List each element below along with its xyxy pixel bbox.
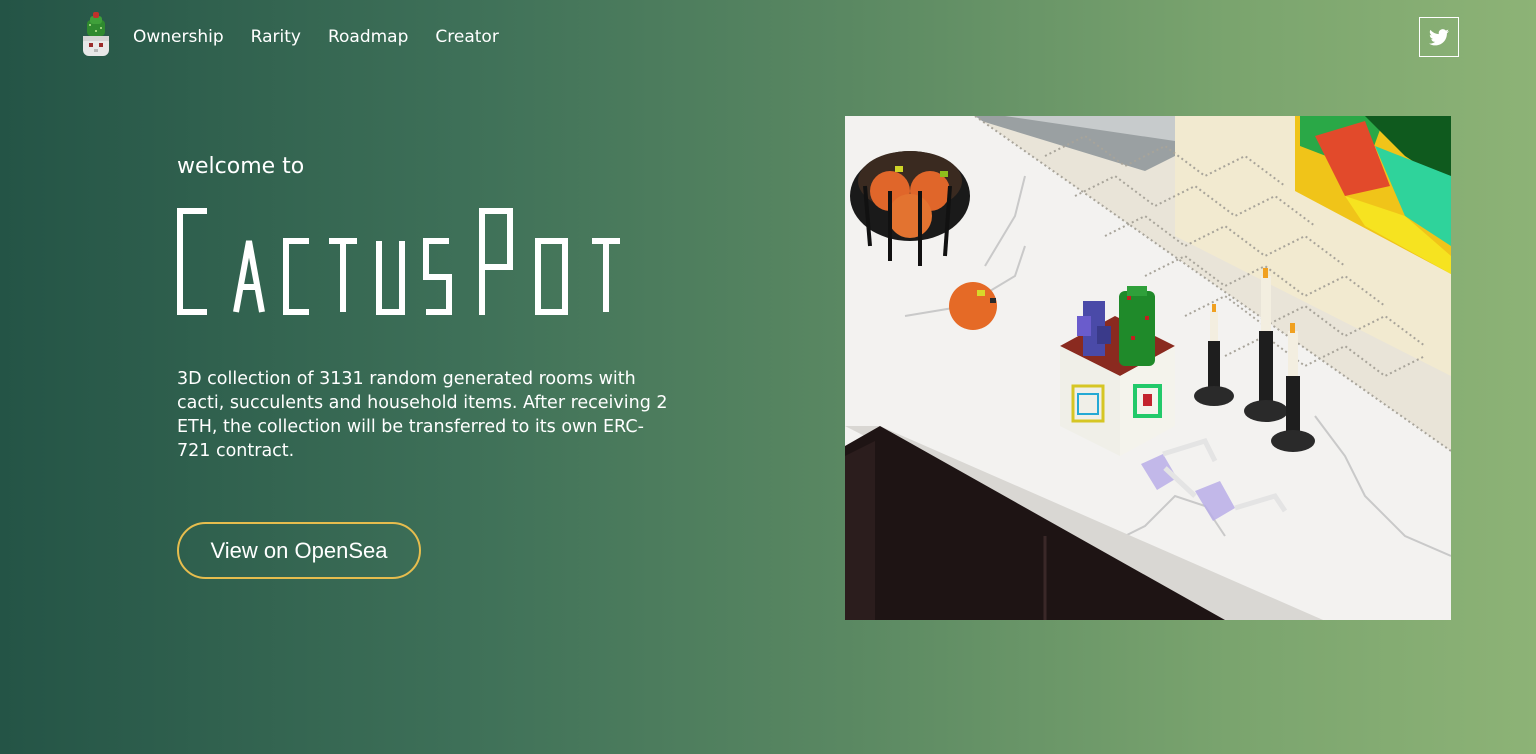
twitter-icon <box>1429 28 1449 45</box>
nav-link-rarity[interactable]: Rarity <box>251 26 301 48</box>
collection-description: 3D collection of 3131 random generated r… <box>177 369 668 461</box>
brand-wordmark <box>176 205 656 320</box>
welcome-text: welcome to <box>177 154 305 179</box>
view-on-opensea-button[interactable]: View on OpenSea <box>177 522 421 579</box>
nav-link-ownership[interactable]: Ownership <box>133 26 224 48</box>
voxel-room-illustration <box>845 116 1451 620</box>
top-navigation: Ownership Rarity Roadmap Creator <box>0 0 1536 74</box>
nav-link-creator[interactable]: Creator <box>435 26 498 48</box>
nav-link-roadmap[interactable]: Roadmap <box>328 26 408 48</box>
nav-links: Ownership Rarity Roadmap Creator <box>133 26 526 48</box>
twitter-button[interactable] <box>1419 17 1459 57</box>
cactus-pot-logo-icon[interactable] <box>80 10 112 58</box>
